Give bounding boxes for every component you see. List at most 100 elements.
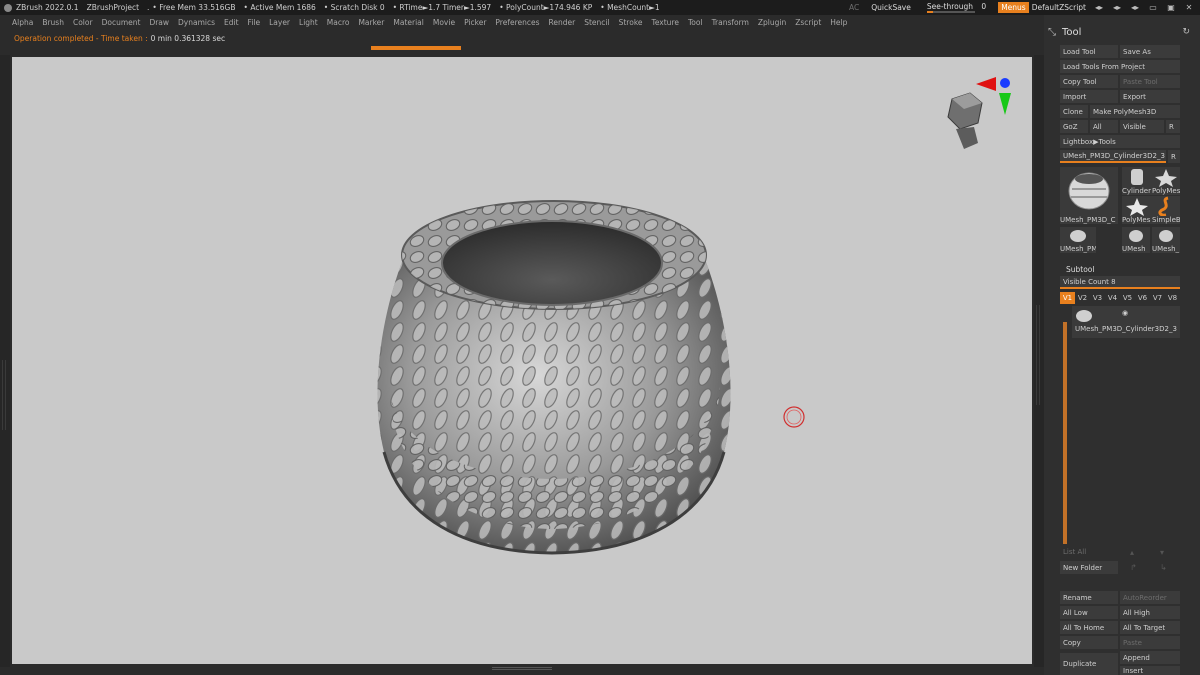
menu-alpha[interactable]: Alpha [12, 18, 33, 27]
menu-picker[interactable]: Picker [464, 18, 486, 27]
goz-button[interactable]: GoZ [1060, 120, 1088, 133]
export-button[interactable]: Export [1120, 90, 1180, 103]
insert-button[interactable]: Insert [1120, 666, 1180, 675]
append-button[interactable]: Append [1120, 651, 1180, 664]
right-tray-strip[interactable] [1034, 55, 1044, 667]
bottom-tray-strip[interactable] [12, 664, 1032, 675]
right-tray-handle[interactable] [1036, 305, 1040, 405]
paste-tool-button[interactable]: Paste Tool [1120, 75, 1180, 88]
menu-macro[interactable]: Macro [327, 18, 350, 27]
menu-dynamics[interactable]: Dynamics [178, 18, 215, 27]
goz-r-button[interactable]: R [1166, 120, 1180, 133]
move-up-icon[interactable]: ▴ [1130, 548, 1134, 557]
load-tool-button[interactable]: Load Tool [1060, 45, 1118, 58]
tool-thumb-polymesh[interactable]: PolyMes [1152, 167, 1180, 195]
subtool-thumb-2[interactable]: UMesh [1122, 227, 1150, 253]
autoreorder-button[interactable]: AutoReorder [1120, 591, 1180, 604]
subtool-thumb-1[interactable]: UMesh_PM3D_C [1060, 227, 1096, 253]
tool-thumb-main[interactable]: UMesh_PM3D_C [1060, 167, 1118, 224]
menu-movie[interactable]: Movie [433, 18, 455, 27]
tool-thumb-polymesh-2[interactable]: PolyMes [1122, 196, 1152, 224]
arrow-up-right-icon[interactable]: ↱ [1130, 563, 1137, 572]
pin-icon[interactable]: ⤡ [1048, 27, 1056, 38]
sculpt-model[interactable] [377, 200, 731, 555]
tab-v3[interactable]: V3 [1090, 292, 1105, 304]
menu-render[interactable]: Render [549, 18, 576, 27]
tool-thumb-simplebrush[interactable]: SimpleB [1152, 196, 1180, 224]
layout-alt-icon[interactable]: ◂▸ [1110, 3, 1124, 12]
arrow-down-right-icon[interactable]: ↳ [1160, 563, 1167, 572]
tab-v8[interactable]: V8 [1165, 292, 1180, 304]
clone-button[interactable]: Clone [1060, 105, 1088, 118]
current-tool-r-button[interactable]: R [1168, 150, 1180, 163]
all-low-button[interactable]: All Low [1060, 606, 1118, 619]
eye-icon[interactable]: ◉ [1122, 309, 1128, 317]
lightbox-tools-button[interactable]: Lightbox▶Tools [1060, 135, 1180, 148]
all-high-button[interactable]: All High [1120, 606, 1180, 619]
goz-all-button[interactable]: All [1090, 120, 1118, 133]
current-tool-slider[interactable]: UMesh_PM3D_Cylinder3D2_3 [1060, 150, 1166, 163]
copy-button[interactable]: Copy [1060, 636, 1118, 649]
tab-v6[interactable]: V6 [1135, 292, 1150, 304]
menu-tool[interactable]: Tool [688, 18, 703, 27]
menu-file[interactable]: File [248, 18, 261, 27]
paste-button[interactable]: Paste [1120, 636, 1180, 649]
see-through-slider[interactable]: See-through 0 [926, 2, 986, 13]
rename-button[interactable]: Rename [1060, 591, 1118, 604]
duplicate-button[interactable]: Duplicate [1060, 653, 1118, 675]
close-icon[interactable]: ✕ [1182, 3, 1196, 12]
menu-texture[interactable]: Texture [652, 18, 679, 27]
ac-button[interactable]: AC [849, 3, 859, 12]
menu-stencil[interactable]: Stencil [584, 18, 609, 27]
menu-marker[interactable]: Marker [358, 18, 384, 27]
tab-v1[interactable]: V1 [1060, 292, 1075, 304]
navigation-cube-icon[interactable] [947, 92, 983, 149]
menu-zscript[interactable]: Zscript [795, 18, 821, 27]
menu-brush[interactable]: Brush [42, 18, 64, 27]
all-to-home-button[interactable]: All To Home [1060, 621, 1118, 634]
menu-light[interactable]: Light [299, 18, 318, 27]
tool-thumb-cylinder[interactable]: Cylinder [1122, 167, 1152, 195]
minimize-icon[interactable]: ▭ [1146, 3, 1160, 12]
menus-toggle-button[interactable]: Menus [998, 2, 1029, 13]
menu-stroke[interactable]: Stroke [619, 18, 643, 27]
goz-visible-button[interactable]: Visible [1120, 120, 1164, 133]
tab-v5[interactable]: V5 [1120, 292, 1135, 304]
menu-layer[interactable]: Layer [269, 18, 290, 27]
subtool-title[interactable]: Subtool [1066, 265, 1094, 274]
subtool-scrollbar[interactable] [1063, 322, 1067, 544]
new-folder-button[interactable]: New Folder [1060, 561, 1118, 574]
refresh-icon[interactable]: ↻ [1182, 27, 1190, 37]
menu-zplugin[interactable]: Zplugin [758, 18, 786, 27]
list-all-button[interactable]: List All [1060, 545, 1118, 558]
menu-edit[interactable]: Edit [224, 18, 239, 27]
menu-draw[interactable]: Draw [149, 18, 169, 27]
document-canvas[interactable] [12, 57, 1032, 664]
tab-v4[interactable]: V4 [1105, 292, 1120, 304]
default-zscript-button[interactable]: DefaultZScript [1032, 3, 1086, 12]
move-down-icon[interactable]: ▾ [1160, 548, 1164, 557]
tab-v7[interactable]: V7 [1150, 292, 1165, 304]
copy-tool-button[interactable]: Copy Tool [1060, 75, 1118, 88]
quicksave-button[interactable]: QuickSave [871, 3, 911, 12]
load-tools-from-project-button[interactable]: Load Tools From Project [1060, 60, 1180, 73]
left-tray-handle[interactable] [2, 360, 6, 430]
menu-material[interactable]: Material [393, 18, 423, 27]
make-polymesh3d-button[interactable]: Make PolyMesh3D [1090, 105, 1180, 118]
visible-count-slider[interactable]: Visible Count 8 [1060, 276, 1180, 289]
tab-v2[interactable]: V2 [1075, 292, 1090, 304]
maximize-icon[interactable]: ▣ [1164, 3, 1178, 12]
subtool-thumb-3[interactable]: UMesh_ [1152, 227, 1180, 253]
tool-panel-header[interactable]: ⤡ Tool ↻ [1044, 23, 1200, 41]
menu-help[interactable]: Help [830, 18, 847, 27]
save-as-button[interactable]: Save As [1120, 45, 1180, 58]
menu-preferences[interactable]: Preferences [495, 18, 539, 27]
subtool-list-item[interactable]: ◉ UMesh_PM3D_Cylinder3D2_3 [1072, 306, 1180, 338]
all-to-target-button[interactable]: All To Target [1120, 621, 1180, 634]
import-button[interactable]: Import [1060, 90, 1118, 103]
bottom-tray-handle[interactable] [492, 667, 552, 670]
left-tray-strip[interactable] [0, 55, 10, 667]
menu-color[interactable]: Color [73, 18, 93, 27]
tray-toggle-icon[interactable]: ◂▸ [1128, 3, 1142, 12]
menu-document[interactable]: Document [102, 18, 141, 27]
